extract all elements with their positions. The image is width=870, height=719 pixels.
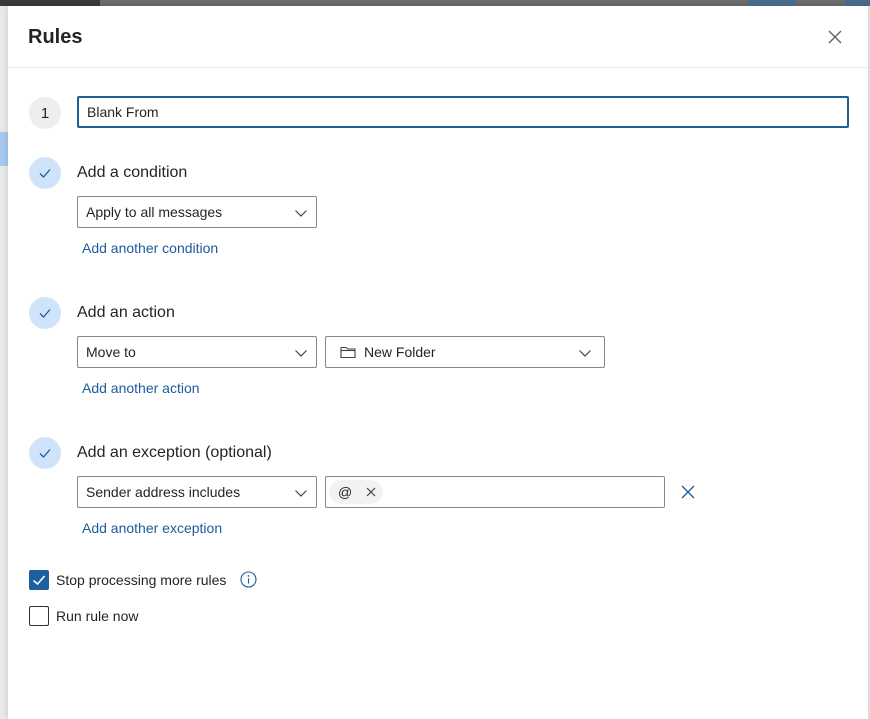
action-dropdown[interactable]: Move to [77,336,317,368]
condition-dropdown-value: Apply to all messages [86,204,223,220]
dialog-header: Rules [8,6,868,68]
chip-label: @ [338,484,353,500]
exception-heading: Add an exception (optional) [77,444,272,461]
chevron-down-icon [579,350,591,357]
action-check-badge [29,297,61,329]
checkmark-icon [39,169,51,178]
stop-processing-checkbox[interactable] [29,570,49,590]
condition-dropdown[interactable]: Apply to all messages [77,196,317,228]
background-selection-accent [0,132,8,166]
checkmark-icon [39,309,51,318]
exception-value-chip: @ [329,480,383,504]
folder-icon [340,346,356,359]
remove-exception-icon[interactable] [680,484,696,500]
exception-dropdown[interactable]: Sender address includes [77,476,317,508]
chevron-down-icon [295,210,307,217]
remove-chip-icon[interactable] [365,486,377,498]
action-dropdown-value: Move to [86,344,136,360]
chevron-down-icon [295,350,307,357]
exception-check-badge [29,437,61,469]
checkmark-icon [32,575,46,586]
folder-dropdown-value: New Folder [364,344,436,360]
exception-dropdown-value: Sender address includes [86,484,241,500]
folder-dropdown[interactable]: New Folder [325,336,605,368]
stop-processing-label: Stop processing more rules [56,572,227,588]
run-rule-now-checkbox[interactable] [29,606,49,626]
close-button[interactable] [824,26,846,48]
run-rule-now-label: Run rule now [56,608,139,624]
chevron-down-icon [295,490,307,497]
action-heading: Add an action [77,304,175,321]
add-another-condition-link[interactable]: Add another condition [82,240,218,256]
checkmark-icon [39,449,51,458]
close-icon [828,30,842,44]
exception-value-input[interactable]: @ [325,476,665,508]
add-another-exception-link[interactable]: Add another exception [82,520,222,536]
condition-heading: Add a condition [77,164,188,181]
condition-check-badge [29,157,61,189]
rules-dialog: Rules 1 Add a condition Apply to all mes… [8,6,868,719]
add-another-action-link[interactable]: Add another action [82,380,200,396]
step-number-badge: 1 [29,97,61,129]
info-icon[interactable] [240,571,257,588]
dialog-title: Rules [28,26,83,48]
rule-name-input[interactable] [77,96,849,128]
